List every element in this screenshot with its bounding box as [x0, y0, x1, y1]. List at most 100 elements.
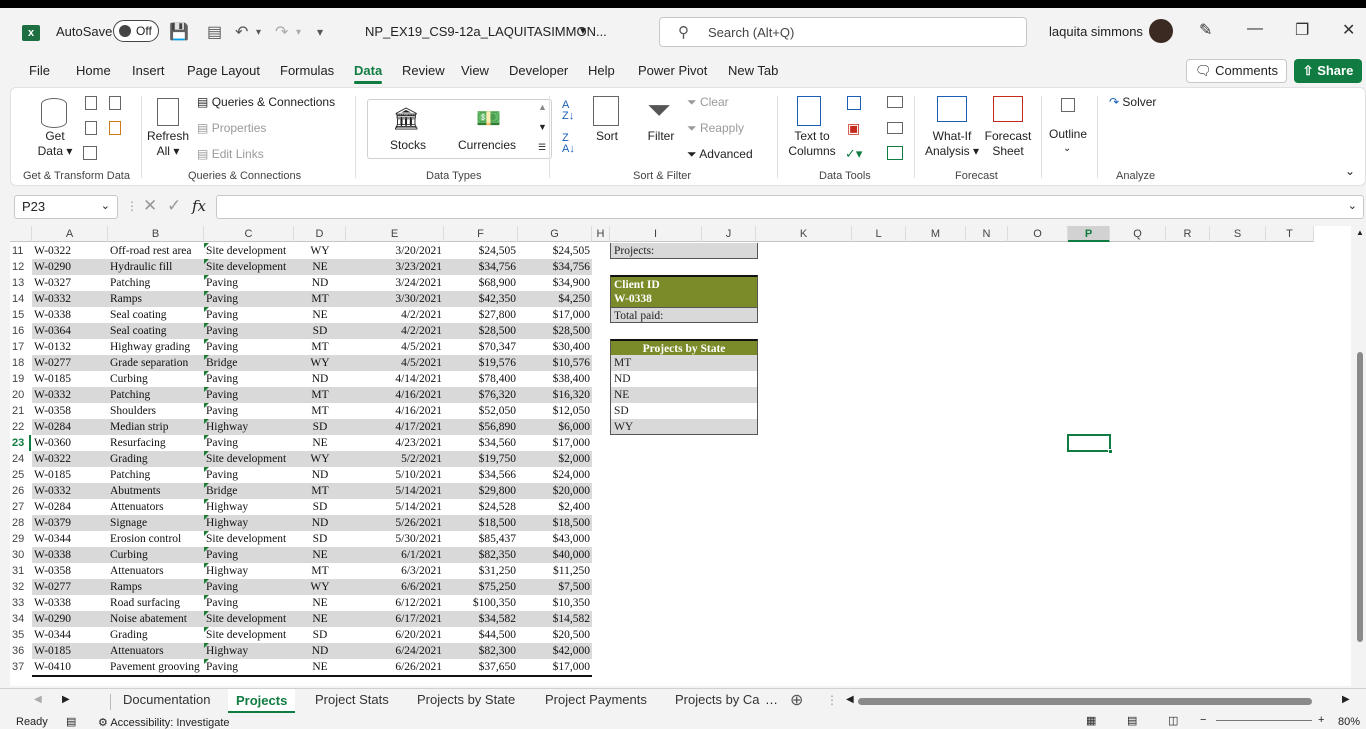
table-cell[interactable]: Paving: [204, 371, 294, 387]
tab-developer[interactable]: Developer: [509, 63, 568, 78]
scroll-right-icon[interactable]: ▶: [1342, 694, 1350, 705]
table-cell[interactable]: 3/20/2021: [346, 243, 444, 259]
table-cell[interactable]: Patching: [108, 275, 204, 291]
table-cell[interactable]: 6/6/2021: [346, 579, 444, 595]
table-cell[interactable]: Shoulders: [108, 403, 204, 419]
undo-icon[interactable]: ↶: [235, 22, 248, 42]
table-cell[interactable]: Curbing: [108, 547, 204, 563]
table-cell[interactable]: 4/2/2021: [346, 323, 444, 339]
table-cell[interactable]: 5/14/2021: [346, 499, 444, 515]
column-header-s[interactable]: S: [1210, 226, 1266, 242]
table-cell[interactable]: Bridge: [204, 483, 294, 499]
table-cell[interactable]: 3/30/2021: [346, 291, 444, 307]
outline-dropdown-icon[interactable]: ⌄: [1063, 143, 1071, 154]
table-cell[interactable]: NE: [294, 659, 346, 675]
redo-dropdown-icon[interactable]: ▾: [296, 27, 301, 38]
sheet-tab-project-stats[interactable]: Project Stats: [315, 692, 389, 707]
more-options-icon[interactable]: ⋮: [126, 199, 138, 213]
table-cell[interactable]: $76,320: [444, 387, 518, 403]
table-cell[interactable]: $28,500: [518, 323, 592, 339]
table-cell[interactable]: Abutments: [108, 483, 204, 499]
table-cell[interactable]: MT: [294, 483, 346, 499]
from-web-icon[interactable]: [85, 121, 97, 135]
formula-input[interactable]: ⌄: [216, 195, 1364, 219]
table-cell[interactable]: Grading: [108, 627, 204, 643]
row-header[interactable]: 33: [10, 595, 31, 611]
table-cell[interactable]: $24,505: [444, 243, 518, 259]
column-header-b[interactable]: B: [108, 226, 204, 242]
table-cell[interactable]: WY: [294, 579, 346, 595]
table-cell[interactable]: $10,350: [518, 595, 592, 611]
tab-power-pivot[interactable]: Power Pivot: [638, 63, 707, 78]
table-cell[interactable]: 5/2/2021: [346, 451, 444, 467]
column-header-a[interactable]: A: [32, 226, 108, 242]
table-cell[interactable]: Paving: [204, 323, 294, 339]
share-button[interactable]: ⇧ Share: [1294, 59, 1362, 83]
table-cell[interactable]: MT: [294, 339, 346, 355]
row-header[interactable]: 37: [10, 659, 31, 675]
table-cell[interactable]: $34,560: [444, 435, 518, 451]
table-cell[interactable]: Attenuators: [108, 499, 204, 515]
column-header-g[interactable]: G: [518, 226, 592, 242]
table-cell[interactable]: MT: [294, 387, 346, 403]
table-cell[interactable]: $20,000: [518, 483, 592, 499]
row-header[interactable]: 35: [10, 627, 31, 643]
tab-formulas[interactable]: Formulas: [280, 63, 334, 78]
table-cell[interactable]: $16,320: [518, 387, 592, 403]
table-cell[interactable]: NE: [294, 307, 346, 323]
sheet-tab-documentation[interactable]: Documentation: [123, 692, 210, 707]
column-header-p[interactable]: P: [1068, 226, 1110, 242]
table-cell[interactable]: MT: [294, 291, 346, 307]
table-cell[interactable]: $38,400: [518, 371, 592, 387]
table-cell[interactable]: W-0132: [32, 339, 108, 355]
table-cell[interactable]: W-0338: [32, 595, 108, 611]
table-cell[interactable]: Noise abatement: [108, 611, 204, 627]
table-cell[interactable]: Bridge: [204, 355, 294, 371]
table-cell[interactable]: Patching: [108, 467, 204, 483]
sheet-tab-project-payments[interactable]: Project Payments: [545, 692, 647, 707]
table-cell[interactable]: WY: [294, 451, 346, 467]
horizontal-scroll-thumb[interactable]: [858, 698, 1312, 705]
table-cell[interactable]: W-0358: [32, 403, 108, 419]
table-cell[interactable]: $31,250: [444, 563, 518, 579]
table-cell[interactable]: Paving: [204, 307, 294, 323]
table-cell[interactable]: W-0185: [32, 467, 108, 483]
table-cell[interactable]: 4/16/2021: [346, 403, 444, 419]
table-cell[interactable]: $24,505: [518, 243, 592, 259]
table-cell[interactable]: 6/24/2021: [346, 643, 444, 659]
column-header-n[interactable]: N: [966, 226, 1008, 242]
comments-button[interactable]: 🗨 Comments: [1186, 59, 1287, 83]
table-cell[interactable]: NE: [294, 435, 346, 451]
table-cell[interactable]: Site development: [204, 627, 294, 643]
table-cell[interactable]: $75,250: [444, 579, 518, 595]
table-cell[interactable]: $28,500: [444, 323, 518, 339]
table-cell[interactable]: NE: [294, 547, 346, 563]
undo-dropdown-icon[interactable]: ▾: [256, 27, 261, 38]
table-cell[interactable]: Seal coating: [108, 307, 204, 323]
table-cell[interactable]: W-0290: [32, 611, 108, 627]
table-cell[interactable]: $7,500: [518, 579, 592, 595]
new-sheet-icon[interactable]: ⊕: [790, 690, 803, 710]
table-cell[interactable]: Attenuators: [108, 643, 204, 659]
table-cell[interactable]: 3/24/2021: [346, 275, 444, 291]
stocks-button[interactable]: Stocks: [382, 138, 434, 153]
reapply-button[interactable]: ⏷ Reapply: [687, 121, 744, 136]
table-cell[interactable]: $2,400: [518, 499, 592, 515]
table-cell[interactable]: ND: [294, 275, 346, 291]
table-cell[interactable]: Grade separation: [108, 355, 204, 371]
table-cell[interactable]: Ramps: [108, 291, 204, 307]
table-cell[interactable]: $56,890: [444, 419, 518, 435]
table-cell[interactable]: 5/14/2021: [346, 483, 444, 499]
table-cell[interactable]: Median strip: [108, 419, 204, 435]
edit-links-button[interactable]: ▤ Edit Links: [197, 147, 264, 161]
table-cell[interactable]: $17,000: [518, 307, 592, 323]
table-cell[interactable]: $4,250: [518, 291, 592, 307]
table-cell[interactable]: $34,900: [518, 275, 592, 291]
table-cell[interactable]: Paving: [204, 595, 294, 611]
from-text-icon[interactable]: [85, 96, 97, 110]
table-cell[interactable]: W-0360: [32, 435, 108, 451]
row-header[interactable]: 16: [10, 323, 31, 339]
table-cell[interactable]: $43,000: [518, 531, 592, 547]
table-cell[interactable]: 6/20/2021: [346, 627, 444, 643]
gallery-down-icon[interactable]: ▼: [538, 122, 547, 132]
